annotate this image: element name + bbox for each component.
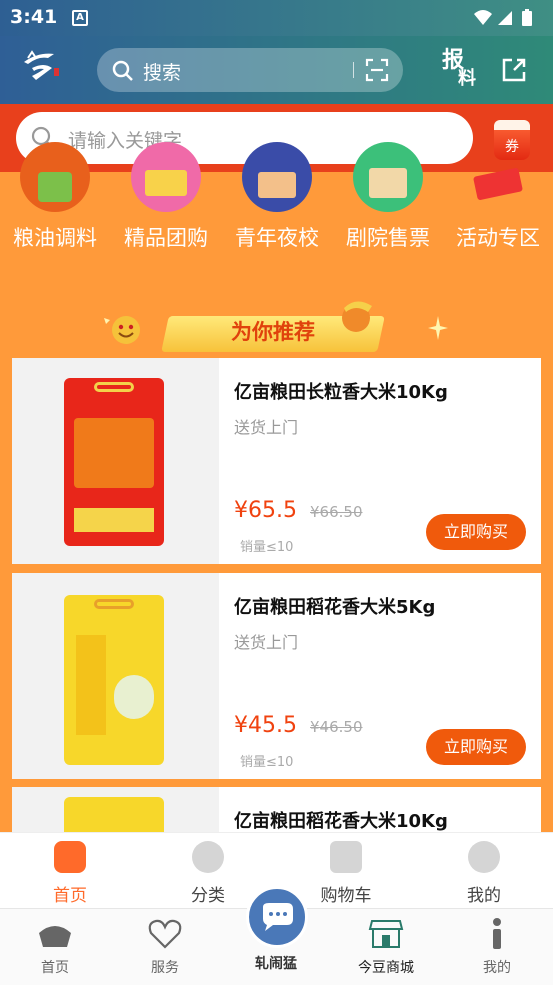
divider [353,62,354,78]
nav-label: 今豆商城 [358,960,414,976]
product-image [12,787,219,833]
top-search-bar[interactable]: 搜索 [97,48,403,92]
store-icon [368,920,404,948]
cart-bag-icon [330,841,362,873]
home-hat-icon [39,926,71,947]
delivery-label: 送货上门 [234,418,299,437]
chat-bubble-icon [263,903,293,931]
home-icon [54,841,86,873]
system-status-icons [474,9,532,26]
smile-emoji-icon [104,316,140,344]
group-buy-icon [131,142,201,212]
product-card[interactable]: 亿亩粮田稻花香大米10Kg [12,787,541,833]
original-price: ¥66.50 [310,503,363,521]
report-label-2: 料 [458,68,476,89]
buy-now-button[interactable]: 立即购买 [426,514,526,550]
info-icon [493,918,501,949]
user-icon [468,841,500,873]
tab-label: 购物车 [320,886,372,906]
app-header: 搜索 报 料 [0,36,553,104]
status-time: 3:41 [10,6,58,28]
events-icon [463,142,533,212]
product-price: ¥45.5 [234,713,297,738]
product-title: 亿亩粮田稻花香大米10Kg [234,811,448,832]
sparkle-icon [428,316,448,340]
nav-label: 首页 [41,960,69,976]
orange-mascot-icon [342,301,372,332]
product-title: 亿亩粮田长粒香大米10Kg [234,382,448,403]
product-image [12,358,219,564]
scan-icon[interactable] [365,58,389,82]
app-logo-icon[interactable] [18,44,66,88]
notification-icon: A [72,10,88,26]
original-price: ¥46.50 [310,718,363,736]
delivery-label: 送货上门 [234,633,299,652]
status-bar: 3:41 A [0,0,553,36]
heart-icon [148,919,182,949]
buy-now-button[interactable]: 立即购买 [426,729,526,765]
nav-label: 轧闹猛 [255,956,297,972]
report-button[interactable]: 报 料 [440,42,482,90]
search-icon [112,60,133,81]
coupon-top [494,120,530,130]
buzz-center-button[interactable] [246,886,308,948]
category-label: 活动专区 [456,226,540,250]
product-title: 亿亩粮田稻花香大米5Kg [234,597,436,618]
tab-label: 首页 [53,886,87,906]
category-label: 剧院售票 [346,226,430,250]
category-label: 青年夜校 [235,226,319,250]
tab-label: 分类 [191,886,225,906]
product-card[interactable]: 亿亩粮田长粒香大米10Kg 送货上门 ¥65.5 ¥66.50 销量≤10 立即… [12,358,541,564]
top-search-label: 搜索 [143,62,182,84]
category-label: 粮油调料 [13,226,97,250]
tab-label: 我的 [467,886,501,906]
category-grid-icon [192,841,224,873]
sales-count: 销量≤10 [240,755,294,770]
nav-label: 我的 [483,960,511,976]
product-image [12,573,219,779]
sales-count: 销量≤10 [240,540,294,555]
grain-oil-icon [20,142,90,212]
theater-icon [353,142,423,212]
product-price: ¥65.5 [234,498,297,523]
share-icon[interactable] [500,56,528,84]
category-label: 精品团购 [124,226,208,250]
category-row: 粮油调料 精品团购 青年夜校 剧院售票 活动专区 [0,142,553,260]
product-card[interactable]: 亿亩粮田稻花香大米5Kg 送货上门 ¥45.5 ¥46.50 销量≤10 立即购… [12,573,541,779]
nav-label: 服务 [151,960,179,976]
night-school-icon [242,142,312,212]
